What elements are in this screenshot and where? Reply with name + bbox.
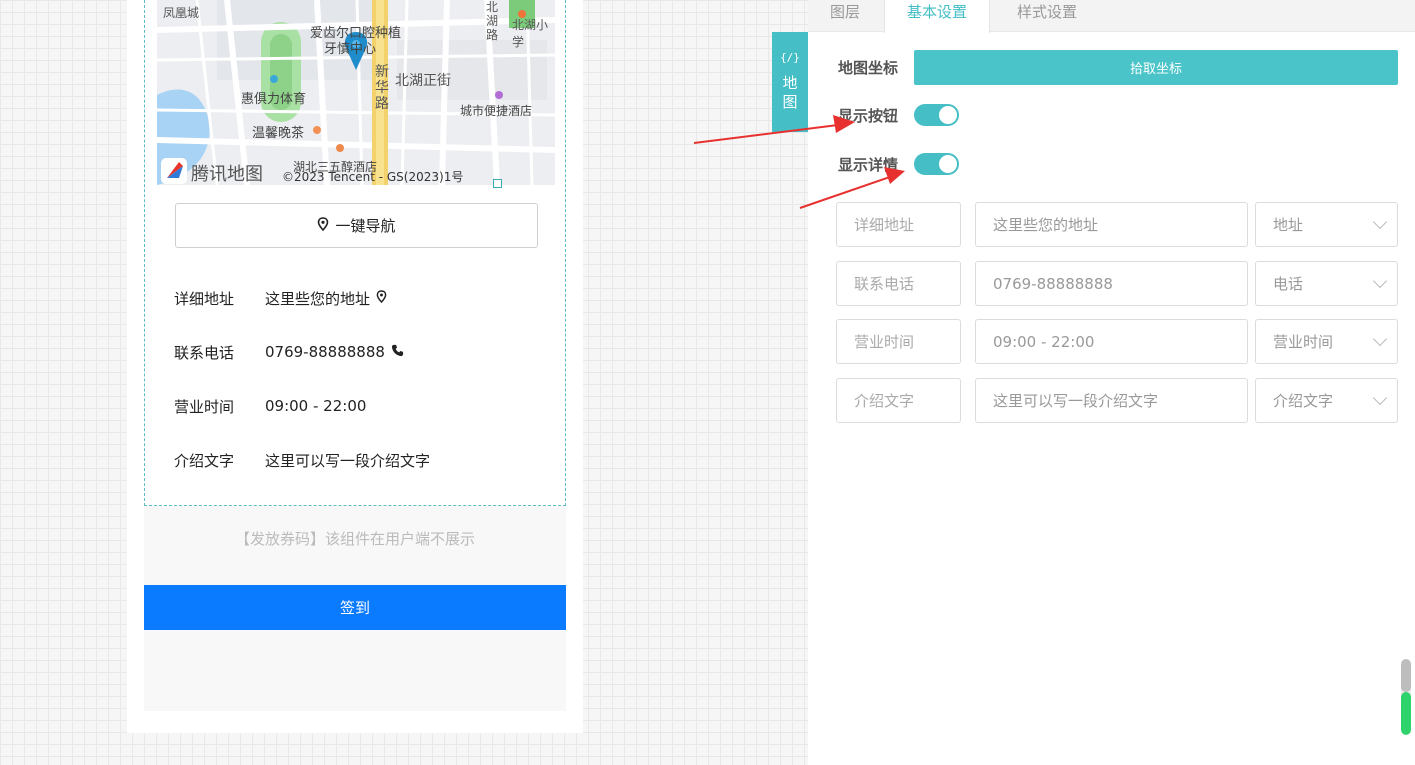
resize-handle[interactable] bbox=[493, 179, 502, 188]
field-value-input[interactable]: 这里些您的地址 bbox=[975, 202, 1248, 247]
toggle-knob bbox=[939, 155, 957, 173]
scrollbar-thumb[interactable] bbox=[1401, 692, 1411, 735]
select-value: 营业时间 bbox=[1273, 333, 1334, 351]
field-type-select[interactable]: 电话 bbox=[1255, 261, 1398, 306]
map-label: 北湖路 bbox=[486, 0, 499, 42]
field-label-input[interactable]: 详细地址 bbox=[836, 202, 961, 247]
component-side-tag[interactable]: {/} 地 图 bbox=[772, 32, 808, 132]
location-pin-icon bbox=[317, 216, 329, 235]
toggle-knob bbox=[939, 106, 957, 124]
chevron-down-icon bbox=[1372, 273, 1388, 289]
code-icon: {/} bbox=[780, 51, 800, 64]
map-label: 北湖小学 bbox=[512, 18, 549, 49]
field-type-select[interactable]: 介绍文字 bbox=[1255, 378, 1398, 423]
location-pin-icon[interactable] bbox=[376, 289, 387, 307]
info-value: 0769-88888888 bbox=[265, 343, 385, 361]
chevron-down-icon bbox=[1372, 331, 1388, 347]
info-key: 联系电话 bbox=[174, 343, 235, 362]
show-detail-label: 显示详情 bbox=[838, 156, 899, 174]
info-row-intro: 介绍文字 这里可以写一段介绍文字 bbox=[174, 448, 430, 472]
chevron-down-icon bbox=[1372, 390, 1388, 406]
phone-icon[interactable] bbox=[391, 343, 404, 361]
info-row-hours: 营业时间 09:00 - 22:00 bbox=[174, 394, 366, 418]
info-row-phone: 联系电话 0769-88888888 bbox=[174, 340, 404, 364]
map-component[interactable]: 凤凰城 爱齿尔口腔种植 牙慎中心 北湖路 北湖小学 惠俱力体育 新华路 北湖正街… bbox=[144, 0, 566, 506]
field-type-select[interactable]: 地址 bbox=[1255, 202, 1398, 247]
map-label: 牙慎中心 bbox=[324, 42, 377, 57]
map-coord-label: 地图坐标 bbox=[838, 59, 899, 77]
field-type-select[interactable]: 营业时间 bbox=[1255, 319, 1398, 364]
pick-coordinate-button[interactable]: 拾取坐标 bbox=[914, 50, 1398, 85]
field-value-input[interactable]: 0769-88888888 bbox=[975, 261, 1248, 306]
info-value: 这里可以写一段介绍文字 bbox=[265, 451, 431, 470]
tab-style-settings[interactable]: 样式设置 bbox=[995, 0, 1099, 32]
map-label: 北湖正街 bbox=[395, 73, 451, 89]
field-label-input[interactable]: 介绍文字 bbox=[836, 378, 961, 423]
map-view[interactable]: 凤凰城 爱齿尔口腔种植 牙慎中心 北湖路 北湖小学 惠俱力体育 新华路 北湖正街… bbox=[157, 0, 555, 185]
map-label: 温馨晚茶 bbox=[252, 126, 305, 141]
select-value: 电话 bbox=[1273, 275, 1304, 293]
info-key: 详细地址 bbox=[174, 289, 235, 308]
chevron-down-icon bbox=[1372, 214, 1388, 230]
field-value-input[interactable]: 这里可以写一段介绍文字 bbox=[975, 378, 1248, 423]
info-value: 09:00 - 22:00 bbox=[265, 397, 367, 415]
navigate-button-label: 一键导航 bbox=[335, 217, 396, 235]
map-label: 新华路 bbox=[375, 64, 389, 112]
info-key: 介绍文字 bbox=[174, 451, 235, 470]
coupon-hint: 【发放券码】该组件在用户端不展示 bbox=[234, 530, 475, 548]
map-label: 城市便捷酒店 bbox=[460, 104, 533, 118]
tab-bar: 图层 基本设置 样式设置 bbox=[808, 0, 1415, 33]
side-tag-text: 地 bbox=[782, 74, 798, 92]
show-detail-toggle[interactable] bbox=[914, 153, 959, 175]
field-label-input[interactable]: 联系电话 bbox=[836, 261, 961, 306]
scrollbar-track-top bbox=[1401, 659, 1411, 692]
field-value-input[interactable]: 09:00 - 22:00 bbox=[975, 319, 1248, 364]
select-value: 介绍文字 bbox=[1273, 392, 1334, 410]
tab-layers[interactable]: 图层 bbox=[808, 0, 882, 32]
select-value: 地址 bbox=[1273, 216, 1304, 234]
phone-preview: 凤凰城 爱齿尔口腔种植 牙慎中心 北湖路 北湖小学 惠俱力体育 新华路 北湖正街… bbox=[127, 0, 583, 733]
field-label-input[interactable]: 营业时间 bbox=[836, 319, 961, 364]
show-button-label: 显示按钮 bbox=[838, 107, 899, 125]
info-value: 这里些您的地址 bbox=[265, 289, 371, 308]
show-button-toggle[interactable] bbox=[914, 104, 959, 126]
tab-basic-settings[interactable]: 基本设置 bbox=[884, 0, 991, 33]
settings-panel: 图层 基本设置 样式设置 地图坐标 拾取坐标 显示按钮 显示详情 详细地址 这里… bbox=[808, 0, 1415, 765]
map-label: 凤凰城 bbox=[163, 6, 200, 20]
info-row-address: 详细地址 这里些您的地址 bbox=[174, 286, 387, 310]
signin-button[interactable]: 签到 bbox=[144, 585, 566, 630]
scrollbar[interactable] bbox=[1401, 659, 1411, 735]
map-label: 惠俱力体育 bbox=[241, 92, 307, 107]
map-copyright: ©2023 Tencent - GS(2023)1号 bbox=[282, 170, 464, 184]
phone-content: 凤凰城 爱齿尔口腔种植 牙慎中心 北湖路 北湖小学 惠俱力体育 新华路 北湖正街… bbox=[144, 0, 566, 711]
map-logo-text: 腾讯地图 bbox=[191, 164, 263, 185]
side-tag-text: 图 bbox=[782, 93, 798, 111]
navigate-button[interactable]: 一键导航 bbox=[175, 203, 538, 248]
info-key: 营业时间 bbox=[174, 397, 235, 416]
